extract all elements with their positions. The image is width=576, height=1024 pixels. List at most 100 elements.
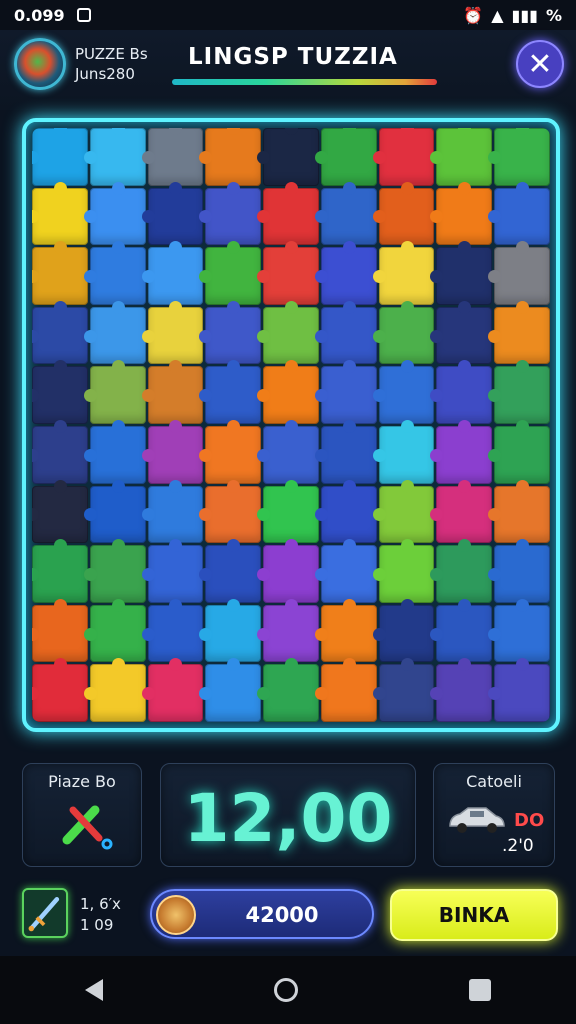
close-button[interactable]: ✕ [516,40,564,88]
puzzle-piece[interactable] [430,420,493,484]
puzzle-piece[interactable] [257,420,319,484]
puzzle-piece[interactable] [257,658,319,722]
puzzle-piece[interactable] [314,479,377,544]
puzzle-piece[interactable] [257,128,319,186]
puzzle-piece[interactable] [141,539,204,603]
puzzle-piece[interactable] [488,479,550,544]
puzzle-piece[interactable] [488,181,550,246]
puzzle-piece[interactable] [83,241,146,305]
puzzle-piece[interactable] [32,360,88,424]
puzzle-piece[interactable] [32,128,88,186]
puzzle-piece[interactable] [141,420,204,484]
puzzle-piece[interactable] [372,658,435,722]
recent-apps-icon[interactable] [468,979,491,1001]
back-icon[interactable] [85,979,104,1001]
puzzle-piece[interactable] [32,658,88,722]
puzzle-piece[interactable] [314,420,377,484]
puzzle-piece[interactable] [488,420,550,484]
puzzle-piece[interactable] [430,539,493,603]
puzzle-piece[interactable] [199,181,262,246]
puzzle-piece[interactable] [488,300,550,365]
right-stat-card[interactable]: Catoeli DO .2'0 [433,763,555,867]
puzzle-piece[interactable] [83,300,146,365]
puzzle-piece[interactable] [430,598,493,663]
puzzle-piece[interactable] [314,300,377,365]
puzzle-piece[interactable] [372,128,435,186]
puzzle-piece[interactable] [141,598,204,663]
puzzle-piece[interactable] [141,128,204,186]
puzzle-piece[interactable] [430,479,493,544]
puzzle-piece[interactable] [488,128,550,186]
puzzle-piece[interactable] [83,420,146,484]
sword-button[interactable] [22,888,68,938]
puzzle-piece[interactable] [83,539,146,603]
puzzle-piece[interactable] [372,300,435,365]
puzzle-piece[interactable] [257,300,319,365]
puzzle-piece[interactable] [430,360,493,424]
puzzle-piece[interactable] [488,598,550,663]
puzzle-piece[interactable] [372,539,435,603]
puzzle-piece[interactable] [257,241,319,305]
puzzle-piece[interactable] [199,420,262,484]
puzzle-piece[interactable] [372,181,435,246]
puzzle-piece[interactable] [372,420,435,484]
puzzle-piece[interactable] [199,658,262,722]
puzzle-piece[interactable] [488,658,550,722]
puzzle-piece[interactable] [32,241,88,305]
puzzle-piece[interactable] [430,300,493,365]
puzzle-piece[interactable] [430,658,493,722]
puzzle-piece[interactable] [314,181,377,246]
puzzle-piece[interactable] [141,479,204,544]
puzzle-piece[interactable] [314,658,377,722]
puzzle-piece[interactable] [488,241,550,305]
puzzle-piece[interactable] [199,479,262,544]
puzzle-piece[interactable] [32,420,88,484]
puzzle-piece[interactable] [488,360,550,424]
puzzle-piece[interactable] [83,598,146,663]
puzzle-piece[interactable] [199,241,262,305]
binka-button[interactable]: BINKA [390,889,558,941]
puzzle-piece[interactable] [83,181,146,246]
puzzle-piece[interactable] [314,360,377,424]
puzzle-piece[interactable] [314,241,377,305]
puzzle-piece[interactable] [199,598,262,663]
puzzle-piece[interactable] [141,360,204,424]
puzzle-piece[interactable] [141,658,204,722]
puzzle-piece[interactable] [83,479,146,544]
puzzle-piece[interactable] [32,181,88,246]
puzzle-piece[interactable] [372,598,435,663]
puzzle-piece[interactable] [372,241,435,305]
puzzle-piece[interactable] [83,360,146,424]
puzzle-piece[interactable] [83,658,146,722]
puzzle-piece[interactable] [257,479,319,544]
puzzle-piece[interactable] [141,241,204,305]
puzzle-piece[interactable] [199,539,262,603]
puzzle-piece[interactable] [314,128,377,186]
puzzle-piece[interactable] [257,539,319,603]
coin-balance[interactable]: 42000 [150,889,374,939]
puzzle-piece[interactable] [488,539,550,603]
puzzle-piece[interactable] [372,479,435,544]
puzzle-piece[interactable] [199,128,262,186]
puzzle-piece[interactable] [372,360,435,424]
puzzle-piece[interactable] [141,181,204,246]
puzzle-piece[interactable] [32,479,88,544]
player-avatar[interactable] [14,38,66,90]
puzzle-piece[interactable] [430,181,493,246]
puzzle-piece[interactable] [199,300,262,365]
puzzle-piece[interactable] [257,360,319,424]
puzzle-piece[interactable] [83,128,146,186]
puzzle-piece[interactable] [314,598,377,663]
puzzle-piece[interactable] [199,360,262,424]
puzzle-piece[interactable] [32,539,88,603]
puzzle-piece[interactable] [32,300,88,365]
puzzle-piece[interactable] [141,300,204,365]
left-stat-card[interactable]: Piaze Bo [22,763,142,867]
puzzle-piece[interactable] [257,598,319,663]
puzzle-piece[interactable] [430,128,493,186]
puzzle-piece[interactable] [257,181,319,246]
puzzle-piece[interactable] [430,241,493,305]
puzzle-piece[interactable] [32,598,88,663]
home-icon[interactable] [273,978,298,1002]
puzzle-piece[interactable] [314,539,377,603]
